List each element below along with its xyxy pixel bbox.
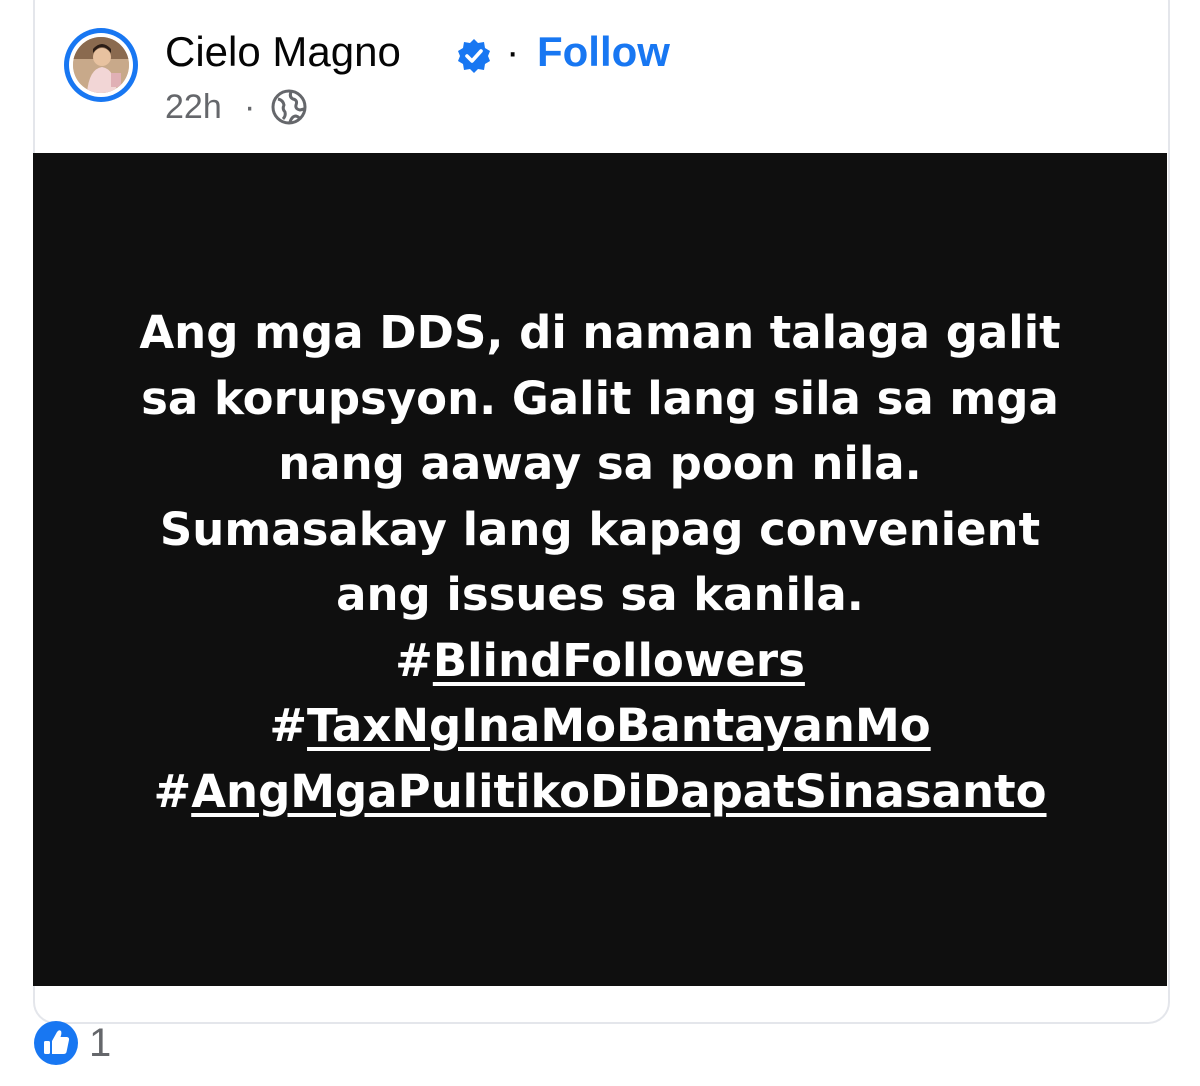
image-text-line: sa korupsyon. Galit lang sila sa mga (141, 371, 1059, 425)
reaction-count[interactable]: 1 (89, 1018, 111, 1068)
image-text-line: nang aaway sa poon nila. (278, 437, 922, 490)
image-text-line: ang issues sa kanila. (336, 568, 864, 621)
hashtag-line: #AngMgaPulitikoDiDapatSinasanto (33, 759, 1167, 825)
hashtag: AngMgaPulitikoDiDapatSinasanto (191, 764, 1047, 818)
hash-symbol: # (153, 764, 192, 818)
verified-badge-icon (458, 39, 490, 73)
image-text-line: Ang mga DDS, di naman talaga galit (139, 306, 1061, 359)
post-image-text: Ang mga DDS, di naman talaga galit sa ko… (33, 300, 1167, 824)
author-name[interactable]: Cielo Magno (165, 26, 401, 78)
post-image[interactable]: Ang mga DDS, di naman talaga galit sa ko… (33, 153, 1167, 986)
hash-symbol: # (395, 633, 433, 687)
hashtag: BlindFollowers (432, 633, 805, 687)
hashtag-line: #BlindFollowers (33, 628, 1167, 694)
globe-icon[interactable] (270, 88, 308, 126)
like-icon[interactable] (33, 1020, 79, 1066)
image-text-line: Sumasakay lang kapag convenient (159, 502, 1041, 556)
hash-symbol: # (269, 699, 308, 752)
avatar[interactable] (64, 28, 138, 102)
post-timestamp[interactable]: 22h (165, 86, 222, 128)
separator-dot: · (506, 30, 520, 74)
timestamp-separator: · (244, 88, 256, 126)
hashtag-line: #TaxNgInaMoBantayanMo (33, 693, 1167, 759)
hashtag: TaxNgInaMoBantayanMo (307, 699, 931, 752)
follow-button[interactable]: Follow (537, 26, 670, 78)
avatar-photo (73, 37, 129, 93)
